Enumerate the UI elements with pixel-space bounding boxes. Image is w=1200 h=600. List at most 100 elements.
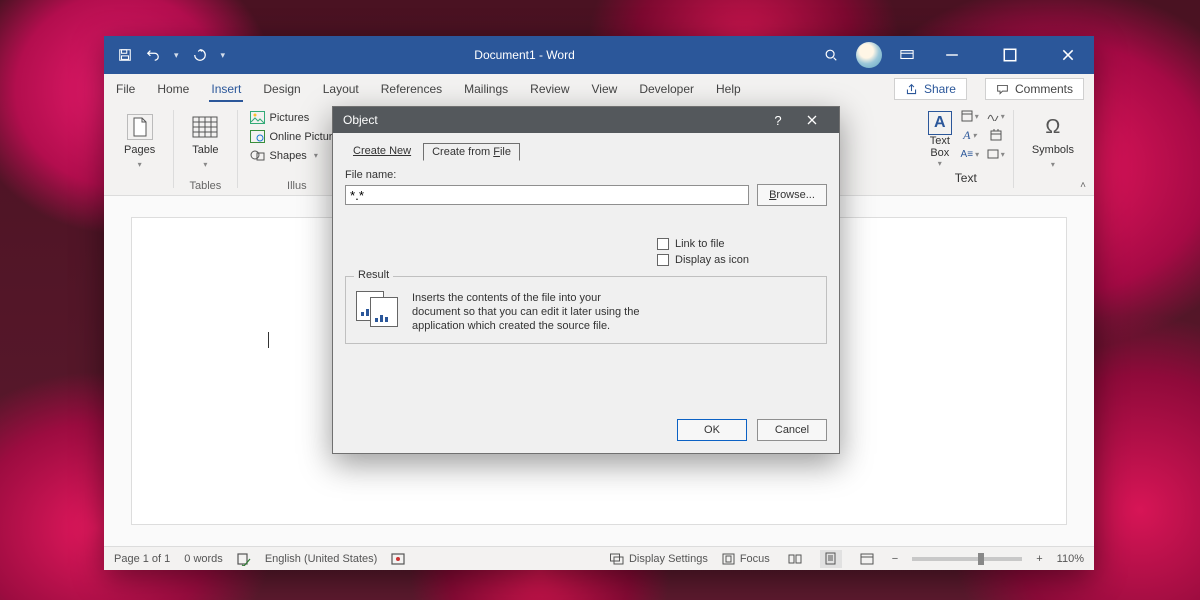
- group-symbols: Ω Symbols ▾: [1020, 108, 1086, 195]
- status-page[interactable]: Page 1 of 1: [114, 553, 170, 565]
- display-options-icon[interactable]: [900, 48, 914, 62]
- result-groupbox: Result Inserts the contents of the file …: [345, 276, 827, 344]
- omega-icon: Ω: [1040, 114, 1066, 140]
- display-as-icon-checkbox[interactable]: Display as icon: [657, 254, 827, 266]
- datetime-button[interactable]: [985, 127, 1007, 143]
- textbox-icon: A: [928, 111, 952, 135]
- spellcheck-icon[interactable]: [237, 552, 251, 566]
- signature-button[interactable]: [985, 108, 1007, 124]
- pages-label: Pages: [124, 144, 155, 156]
- status-language[interactable]: English (United States): [265, 553, 378, 565]
- zoom-out-button[interactable]: −: [892, 553, 898, 565]
- maximize-button[interactable]: [990, 36, 1030, 74]
- result-text: Inserts the contents of the file into yo…: [412, 291, 652, 333]
- pages-button[interactable]: Pages ▾: [118, 110, 161, 173]
- dialog-footer: OK Cancel: [333, 411, 839, 453]
- undo-icon[interactable]: [146, 48, 160, 62]
- tab-create-from-file[interactable]: Create from File: [423, 143, 520, 161]
- close-button[interactable]: [1048, 36, 1088, 74]
- collapse-ribbon-icon[interactable]: ˄: [1080, 180, 1086, 191]
- dialog-titlebar: Object ?: [333, 107, 839, 133]
- tab-insert[interactable]: Insert: [209, 76, 243, 102]
- undo-dropdown-icon[interactable]: ▾: [174, 50, 179, 61]
- shapes-icon: [250, 148, 265, 163]
- group-text: A Text Box ▾ A A≡ Text: [925, 108, 1007, 195]
- dialog-tabs: Create New Create from File: [345, 143, 827, 161]
- file-name-label: File name:: [345, 169, 827, 181]
- pictures-button[interactable]: Pictures: [250, 110, 345, 125]
- tab-review[interactable]: Review: [528, 76, 571, 102]
- display-settings-button[interactable]: Display Settings: [610, 553, 708, 565]
- textbox-button[interactable]: A Text Box ▾: [925, 108, 955, 171]
- tab-help[interactable]: Help: [714, 76, 743, 102]
- shapes-button[interactable]: Shapes ▾: [250, 148, 345, 163]
- browse-button[interactable]: Browse...: [757, 184, 827, 206]
- link-to-file-label: Link to file: [675, 238, 725, 250]
- tab-design[interactable]: Design: [261, 76, 302, 102]
- group-illustrations-label: Illus: [287, 180, 307, 195]
- macro-icon[interactable]: [391, 553, 405, 565]
- online-pictures-button[interactable]: Online Pictures: [250, 129, 345, 144]
- textbox-label: Text Box: [930, 135, 950, 159]
- symbols-button[interactable]: Ω Symbols ▾: [1026, 110, 1080, 173]
- object-dialog: Object ? Create New Create from File Fil…: [332, 106, 840, 454]
- search-icon[interactable]: [824, 48, 838, 62]
- text-cursor: [268, 332, 269, 348]
- status-words[interactable]: 0 words: [184, 553, 223, 565]
- group-tables: Table ▾ Tables: [180, 108, 230, 195]
- ok-button[interactable]: OK: [677, 419, 747, 441]
- tab-mailings[interactable]: Mailings: [462, 76, 510, 102]
- share-label: Share: [924, 82, 956, 96]
- table-label: Table: [192, 144, 218, 156]
- comments-button[interactable]: Comments: [985, 78, 1084, 100]
- object-button[interactable]: [985, 146, 1007, 162]
- web-layout-button[interactable]: [856, 550, 878, 568]
- zoom-slider[interactable]: [912, 557, 1022, 561]
- pictures-label: Pictures: [270, 112, 310, 124]
- minimize-button[interactable]: [932, 36, 972, 74]
- ribbon-tabs: File Home Insert Design Layout Reference…: [104, 74, 1094, 104]
- chevron-down-icon: ▾: [203, 160, 207, 169]
- dialog-help-button[interactable]: ?: [761, 107, 795, 133]
- account-avatar[interactable]: [856, 42, 882, 68]
- tab-file[interactable]: File: [114, 76, 137, 102]
- window-title: Document1 - Word: [225, 48, 824, 62]
- share-button[interactable]: Share: [894, 78, 967, 100]
- tab-view[interactable]: View: [590, 76, 620, 102]
- display-as-icon-label: Display as icon: [675, 254, 749, 266]
- chevron-down-icon: ▾: [938, 159, 942, 168]
- file-name-input[interactable]: [345, 185, 749, 205]
- online-pictures-icon: [250, 129, 265, 144]
- table-icon: [192, 114, 218, 140]
- tab-layout[interactable]: Layout: [321, 76, 361, 102]
- picture-icon: [250, 110, 265, 125]
- symbols-label: Symbols: [1032, 144, 1074, 156]
- zoom-in-button[interactable]: +: [1036, 553, 1042, 565]
- cancel-button[interactable]: Cancel: [757, 419, 827, 441]
- redo-icon[interactable]: [193, 48, 207, 62]
- wordart-button[interactable]: A: [959, 127, 981, 143]
- table-button[interactable]: Table ▾: [186, 110, 224, 173]
- link-to-file-checkbox[interactable]: Link to file: [657, 238, 827, 250]
- tab-references[interactable]: References: [379, 76, 444, 102]
- group-tables-label: Tables: [189, 180, 221, 195]
- dialog-title: Object: [343, 113, 378, 127]
- read-mode-button[interactable]: [784, 550, 806, 568]
- print-layout-button[interactable]: [820, 550, 842, 568]
- tab-create-new[interactable]: Create New: [345, 143, 419, 161]
- tab-home[interactable]: Home: [155, 76, 191, 102]
- status-bar: Page 1 of 1 0 words English (United Stat…: [104, 546, 1094, 570]
- comments-label: Comments: [1015, 82, 1073, 96]
- result-legend: Result: [354, 269, 393, 281]
- save-icon[interactable]: [118, 48, 132, 62]
- dropcap-button[interactable]: A≡: [959, 146, 981, 162]
- zoom-value[interactable]: 110%: [1057, 553, 1084, 565]
- qat-customize-icon[interactable]: ▾: [221, 50, 226, 61]
- dialog-close-button[interactable]: [795, 107, 829, 133]
- titlebar: ▾ ▾ Document1 - Word: [104, 36, 1094, 74]
- focus-button[interactable]: Focus: [722, 553, 770, 565]
- quickparts-button[interactable]: [959, 108, 981, 124]
- tab-developer[interactable]: Developer: [637, 76, 696, 102]
- group-pages: Pages ▾: [112, 108, 167, 195]
- result-icon: [356, 291, 400, 327]
